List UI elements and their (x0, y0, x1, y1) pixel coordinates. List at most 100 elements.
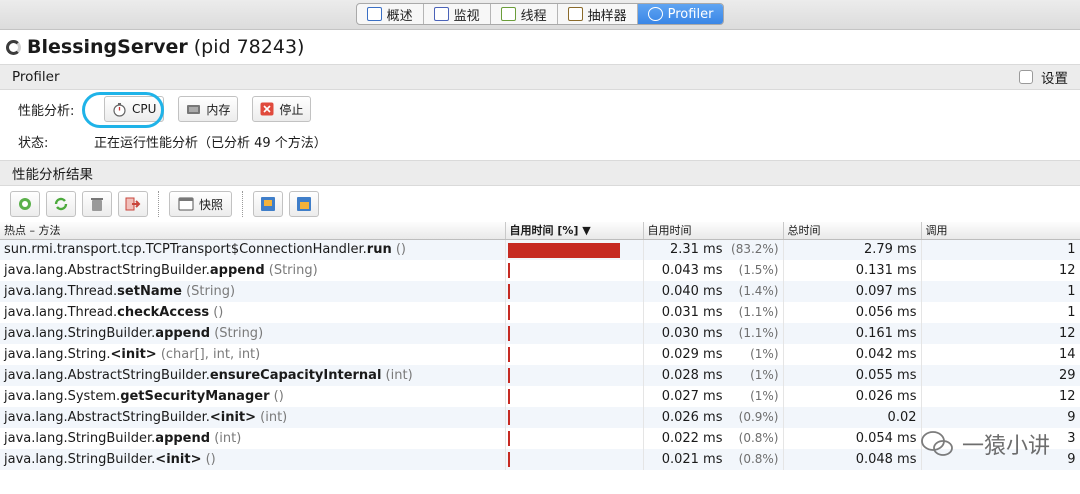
table-row[interactable]: java.lang.Thread.checkAccess () 0.031 ms (… (0, 302, 1080, 323)
total-time-cell: 0.026 ms (783, 386, 922, 407)
total-time-cell: 0.02 (783, 407, 922, 428)
tab-monitor[interactable]: 监视 (424, 4, 491, 24)
column-header-calls[interactable]: 调用 (921, 222, 1080, 240)
self-time-cell: 0.028 ms (1%) (643, 365, 784, 386)
method-cell: java.lang.Thread.setName (String) (0, 281, 506, 302)
overview-icon (366, 7, 382, 21)
table-row[interactable]: sun.rmi.transport.tcp.TCPTransport$Conne… (0, 239, 1080, 260)
self-time-bar (507, 263, 510, 278)
method-name: setName (117, 284, 182, 299)
table-row[interactable]: java.lang.StringBuilder.append (String) 0… (0, 323, 1080, 344)
clear-results-button[interactable] (82, 191, 112, 217)
column-header-self-pct[interactable]: 自用时间 [%] ▼ (505, 222, 644, 240)
refresh-icon (54, 197, 68, 211)
table-header-row: 热点 – 方法 自用时间 [%] ▼ 自用时间 总时间 调用 (0, 222, 1080, 240)
self-time-percent: (83.2%) (731, 242, 779, 257)
memory-profile-button[interactable]: 内存 (178, 96, 239, 122)
total-time-cell: 0.161 ms (783, 323, 922, 344)
self-time-cell: 0.030 ms (1.1%) (643, 323, 784, 344)
self-time-bar-cell (505, 302, 644, 323)
view-tabs: 概述 监视 线程 抽样器 Profiler (355, 3, 725, 25)
refresh-button[interactable] (46, 191, 76, 217)
stop-profile-button[interactable]: 停止 (252, 96, 312, 122)
calls-cell: 1 (921, 281, 1080, 302)
tab-label: 概述 (386, 8, 413, 24)
table-row[interactable]: java.lang.StringBuilder.<init> () 0.021 m… (0, 449, 1080, 470)
method-name: ensureCapacityInternal (209, 368, 382, 383)
method-args: () (209, 305, 224, 320)
auto-refresh-button[interactable] (10, 191, 40, 217)
tab-label: 抽样器 (587, 8, 627, 24)
column-header-total-time[interactable]: 总时间 (783, 222, 922, 240)
tab-overview[interactable]: 概述 (357, 4, 424, 24)
method-cell: java.lang.StringBuilder.append (String) (0, 323, 506, 344)
status-row: 状态: 正在运行性能分析（已分析 49 个方法） (0, 128, 1080, 154)
save-view-button[interactable] (253, 191, 284, 217)
table-row[interactable]: java.lang.AbstractStringBuilder.append (… (0, 260, 1080, 281)
settings-checkbox[interactable] (1019, 70, 1033, 84)
status-label: 状态: (18, 135, 49, 151)
method-name: <init> (155, 452, 202, 467)
column-header-self-time[interactable]: 自用时间 (643, 222, 784, 240)
method-args: (String) (181, 284, 236, 299)
export-arrow-icon (125, 197, 141, 211)
tab-sampler[interactable]: 抽样器 (558, 4, 638, 24)
method-class: java.lang.AbstractStringBuilder. (4, 368, 210, 383)
self-time-bar-cell (505, 323, 644, 344)
self-time-cell: 0.022 ms (0.8%) (643, 428, 784, 449)
method-class: java.lang.Thread. (4, 305, 118, 320)
save-results-button[interactable] (289, 191, 320, 217)
self-time-value: 2.31 ms (669, 242, 723, 258)
method-name: run (366, 242, 392, 258)
total-time-cell: 0.048 ms (783, 449, 922, 470)
method-class: java.lang.System. (4, 389, 121, 404)
self-time-bar (507, 410, 510, 425)
method-args: () (201, 452, 216, 467)
self-time-bar-cell (505, 260, 644, 281)
sampler-icon (567, 7, 583, 21)
method-class: java.lang.StringBuilder. (4, 326, 156, 341)
memory-chip-icon (187, 104, 201, 114)
toolbar-separator (242, 191, 244, 217)
self-time-percent: (1%) (750, 347, 779, 361)
export-button[interactable] (118, 191, 148, 217)
method-name: append (155, 326, 211, 341)
method-args: (int) (381, 368, 413, 383)
settings-label: 设置 (1041, 71, 1068, 87)
settings-toggle[interactable]: 设置 (1019, 67, 1068, 87)
method-class: sun.rmi.transport.tcp.TCPTransport$Conne… (4, 242, 367, 258)
table-row[interactable]: java.lang.System.getSecurityManager () 0.… (0, 386, 1080, 407)
total-time-cell: 0.054 ms (783, 428, 922, 449)
self-time-bar-cell (505, 386, 644, 407)
column-header-method[interactable]: 热点 – 方法 (0, 222, 506, 240)
table-row[interactable]: java.lang.StringBuilder.append (int) 0.02… (0, 428, 1080, 449)
self-time-value: 0.043 ms (661, 263, 723, 278)
method-class: java.lang.AbstractStringBuilder. (4, 263, 210, 278)
table-row[interactable]: java.lang.Thread.setName (String) 0.040 m… (0, 281, 1080, 302)
snapshot-button[interactable]: 快照 (169, 191, 233, 217)
method-name: append (209, 263, 265, 278)
method-args: (String) (264, 263, 318, 278)
results-toolbar: 快照 (0, 186, 1080, 222)
stop-button-label: 停止 (279, 102, 304, 117)
profiler-section-header: Profiler 设置 (0, 64, 1080, 90)
self-time-value: 0.040 ms (661, 284, 723, 299)
method-cell: java.lang.String.<init> (char[], int, in… (0, 344, 506, 365)
tab-threads[interactable]: 线程 (491, 4, 558, 24)
tab-profiler[interactable]: Profiler (637, 4, 724, 24)
method-cell: java.lang.StringBuilder.append (int) (0, 428, 506, 449)
method-class: java.lang.String. (4, 347, 111, 362)
calls-cell: 9 (921, 407, 1080, 428)
self-time-bar (507, 452, 510, 467)
trash-icon (91, 198, 103, 211)
stop-icon (260, 102, 274, 116)
method-name: getSecurityManager (120, 389, 270, 404)
auto-refresh-icon (19, 198, 31, 210)
hotspots-table: 热点 – 方法 自用时间 [%] ▼ 自用时间 总时间 调用 sun.rmi.t… (0, 222, 1080, 470)
calls-cell: 1 (921, 302, 1080, 323)
table-row[interactable]: java.lang.AbstractStringBuilder.ensureCa… (0, 365, 1080, 386)
calls-cell: 1 (921, 239, 1080, 260)
table-row[interactable]: java.lang.AbstractStringBuilder.<init> (… (0, 407, 1080, 428)
table-row[interactable]: java.lang.String.<init> (char[], int, in… (0, 344, 1080, 365)
self-time-percent: (1%) (750, 368, 779, 382)
